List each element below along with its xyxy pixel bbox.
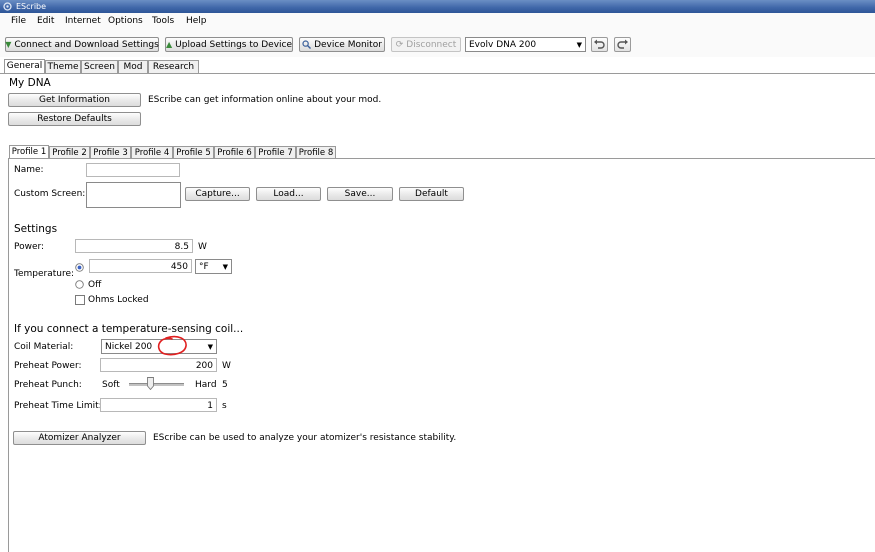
temperature-unit-value: °F: [199, 262, 209, 272]
menu-tools[interactable]: Tools: [152, 16, 174, 26]
coil-material-label: Coil Material:: [14, 342, 74, 352]
device-select-value: Evolv DNA 200: [469, 40, 537, 50]
preheat-punch-label: Preheat Punch:: [14, 380, 82, 390]
punch-value: 5: [222, 380, 228, 390]
menu-internet[interactable]: Internet: [65, 16, 101, 26]
undo-button[interactable]: [591, 37, 608, 52]
tab-screen[interactable]: Screen: [81, 60, 118, 74]
title-bar: EScribe: [0, 0, 875, 13]
my-dna-heading: My DNA: [9, 77, 51, 89]
tab-mod[interactable]: Mod: [118, 60, 148, 74]
temperature-radio[interactable]: [75, 263, 84, 272]
menu-edit[interactable]: Edit: [37, 16, 54, 26]
tab-general[interactable]: General: [4, 59, 45, 74]
get-information-desc: EScribe can get information online about…: [148, 95, 382, 105]
profile-panel-border: [8, 158, 9, 552]
connect-download-button[interactable]: ▼ Connect and Download Settings: [5, 37, 159, 52]
menu-help[interactable]: Help: [186, 16, 207, 26]
off-radio[interactable]: [75, 280, 84, 289]
capture-button[interactable]: Capture...: [185, 187, 250, 201]
ohms-locked-label: Ohms Locked: [88, 295, 149, 305]
download-arrow-icon: ▼: [5, 40, 12, 49]
power-input[interactable]: 8.5: [75, 239, 193, 253]
upload-settings-label: Upload Settings to Device: [175, 39, 293, 50]
off-label: Off: [88, 280, 102, 290]
power-label: Power:: [14, 242, 45, 252]
atomizer-analyzer-button[interactable]: Atomizer Analyzer: [13, 431, 146, 445]
upload-arrow-icon: ▲: [166, 40, 173, 49]
menu-bar: File Edit Internet Options Tools Help: [0, 13, 875, 32]
punch-soft-label: Soft: [102, 380, 120, 390]
preheat-punch-thumb[interactable]: [147, 377, 154, 390]
upload-settings-button[interactable]: ▲ Upload Settings to Device: [165, 37, 293, 52]
restore-defaults-button[interactable]: Restore Defaults: [8, 112, 141, 126]
coil-heading: If you connect a temperature-sensing coi…: [14, 323, 244, 335]
window-title: EScribe: [16, 2, 47, 11]
custom-screen-label: Custom Screen:: [14, 189, 86, 199]
preheat-power-unit: W: [222, 361, 231, 371]
chevron-down-icon: ▼: [576, 41, 582, 49]
preheat-time-input[interactable]: 1: [100, 398, 217, 412]
load-button[interactable]: Load...: [256, 187, 321, 201]
redo-icon: [617, 39, 628, 49]
connect-download-label: Connect and Download Settings: [14, 39, 159, 50]
power-unit: W: [198, 242, 207, 252]
disconnect-icon: ⟳: [395, 39, 404, 50]
tab-theme[interactable]: Theme: [45, 60, 81, 74]
tab-profile-1[interactable]: Profile 1: [9, 145, 49, 159]
default-button[interactable]: Default: [399, 187, 464, 201]
coil-material-value: Nickel 200: [105, 342, 153, 352]
chevron-down-icon: ▼: [207, 343, 213, 351]
name-input[interactable]: [86, 163, 180, 177]
settings-heading: Settings: [14, 223, 58, 235]
device-select[interactable]: Evolv DNA 200 ▼: [465, 37, 586, 52]
preheat-punch-track[interactable]: [129, 383, 184, 386]
red-annotation-circle: [157, 335, 187, 356]
menu-file[interactable]: File: [11, 16, 26, 26]
preheat-power-input[interactable]: 200: [100, 358, 217, 372]
disconnect-label: Disconnect: [406, 39, 457, 50]
magnifier-icon: [302, 40, 312, 49]
get-information-button[interactable]: Get Information: [8, 93, 141, 107]
ohms-locked-checkbox[interactable]: [75, 295, 85, 305]
custom-screen-preview: [86, 182, 181, 208]
preheat-time-unit: s: [222, 401, 227, 411]
temperature-unit-select[interactable]: °F ▼: [195, 259, 232, 274]
undo-icon: [594, 39, 605, 49]
temperature-input[interactable]: 450: [89, 259, 192, 273]
redo-button[interactable]: [614, 37, 631, 52]
preheat-power-label: Preheat Power:: [14, 361, 82, 371]
profile-tab-divider: [8, 158, 875, 159]
app-icon: [3, 2, 12, 11]
toolbar: ▼ Connect and Download Settings ▲ Upload…: [0, 31, 875, 57]
tab-strip-divider: [0, 73, 875, 74]
device-monitor-button[interactable]: Device Monitor: [299, 37, 385, 52]
preheat-time-label: Preheat Time Limit:: [14, 401, 102, 411]
disconnect-button[interactable]: ⟳ Disconnect: [391, 37, 461, 52]
menu-options[interactable]: Options: [108, 16, 143, 26]
name-label: Name:: [14, 165, 44, 175]
temperature-label: Temperature:: [14, 269, 75, 279]
atomizer-analyzer-desc: EScribe can be used to analyze your atom…: [153, 433, 457, 443]
chevron-down-icon: ▼: [222, 263, 228, 271]
punch-hard-label: Hard: [195, 380, 217, 390]
device-monitor-label: Device Monitor: [314, 39, 382, 50]
tab-research[interactable]: Research: [148, 60, 199, 74]
save-button[interactable]: Save...: [327, 187, 393, 201]
